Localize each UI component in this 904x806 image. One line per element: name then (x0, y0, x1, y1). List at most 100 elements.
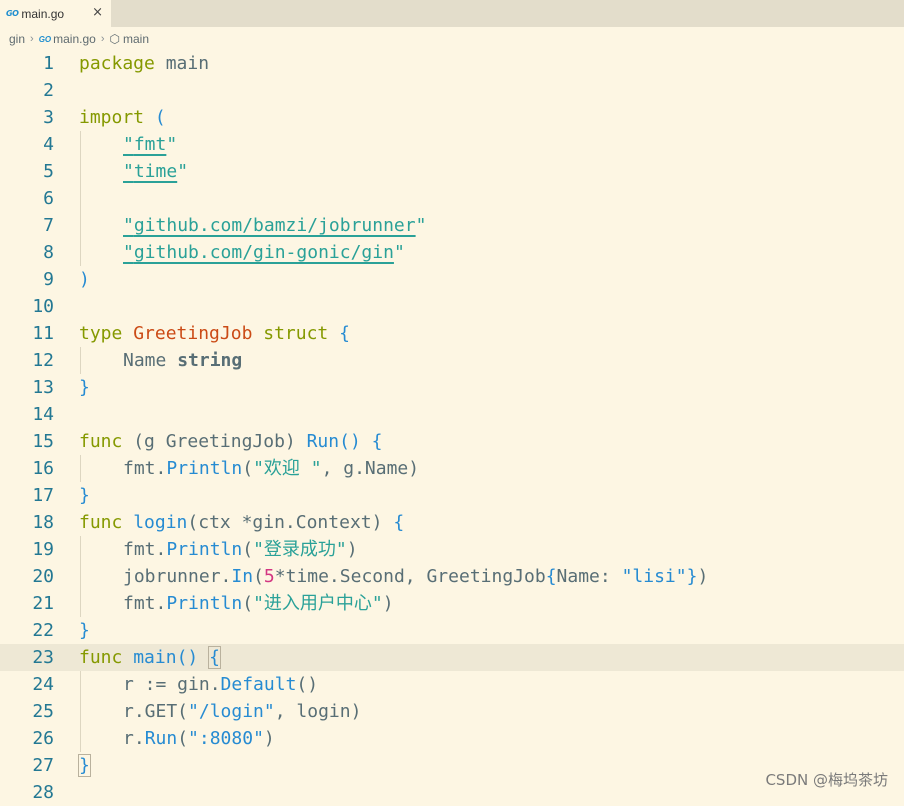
paren: () (339, 431, 361, 452)
line-number: 1 (43, 53, 54, 74)
line-number: 28 (32, 782, 54, 803)
tab-main-go[interactable]: GO main.go × (0, 0, 111, 27)
identifier: main (154, 53, 210, 74)
identifier: r := gin. (123, 674, 221, 695)
paren: ) (382, 593, 394, 614)
go-file-icon: GO (6, 9, 19, 18)
code-line-22: 22 } (0, 617, 904, 644)
symbol-method-icon: ⬡ (109, 32, 120, 46)
code-line-25: 25 r.GET("/login", login) (0, 698, 904, 725)
keyword: func (79, 431, 123, 452)
code-line-5: 5 "time" (0, 158, 904, 185)
line-number: 7 (43, 215, 54, 236)
identifier: , login) (274, 701, 362, 722)
code-line-2: 2 (0, 77, 904, 104)
paren: ) (263, 728, 275, 749)
close-icon[interactable]: × (92, 5, 103, 20)
go-file-icon: GO (38, 34, 52, 44)
line-number: 26 (32, 728, 54, 749)
function-name: Println (166, 539, 243, 560)
field-name: Name (123, 350, 178, 371)
function-name: login (133, 512, 188, 533)
line-number: 13 (32, 377, 54, 398)
identifier: , g.Name) (321, 458, 420, 479)
identifier: jobrunner. (123, 566, 232, 587)
paren: ( (242, 593, 254, 614)
paren: ( (242, 458, 254, 479)
brace: } (79, 377, 90, 398)
code-line-21: 21 fmt.Println("进入用户中心") (0, 590, 904, 617)
paren: ( (253, 566, 264, 587)
identifier: *time.Second, GreetingJob (274, 566, 546, 587)
code-line-4: 4 "fmt" (0, 131, 904, 158)
function-name: main (133, 647, 177, 668)
line-number: 24 (32, 674, 54, 695)
string-quote: " (123, 242, 134, 263)
paren: ) (697, 566, 709, 587)
paren: ) (79, 269, 90, 290)
brace: { (393, 512, 405, 533)
string-literal: "欢迎 " (253, 458, 322, 479)
number-literal: 5 (263, 566, 275, 587)
brace: { (371, 431, 383, 452)
params: (ctx *gin.Context) (187, 512, 383, 533)
line-number: 22 (32, 620, 54, 641)
line-number: 27 (32, 755, 54, 776)
function-name: Run (306, 431, 340, 452)
code-line-6: 6 (0, 185, 904, 212)
line-number: 15 (32, 431, 54, 452)
string-quote: " (123, 215, 134, 236)
breadcrumb: gin › GO main.go › ⬡ main (0, 28, 904, 50)
line-number: 16 (32, 458, 54, 479)
receiver: (g GreetingJob) (122, 431, 307, 452)
paren: ( (177, 728, 189, 749)
tab-bar: GO main.go × (0, 0, 904, 27)
import-path[interactable]: github.com/gin-gonic/gin (134, 242, 394, 263)
import-path[interactable]: time (134, 161, 177, 182)
import-path[interactable]: fmt (134, 134, 167, 155)
keyword: package (79, 53, 155, 74)
keyword: type (79, 323, 123, 344)
code-line-19: 19 fmt.Println("登录成功") (0, 536, 904, 563)
string-quote: " (177, 161, 189, 182)
line-number: 5 (43, 161, 54, 182)
string-quote: " (123, 134, 134, 155)
code-line-18: 18 func login(ctx *gin.Context) { (0, 509, 904, 536)
paren: ( (242, 539, 254, 560)
breadcrumb-file[interactable]: main.go (53, 32, 96, 46)
code-line-8: 8 "github.com/gin-gonic/gin" (0, 239, 904, 266)
breadcrumb-folder[interactable]: gin (9, 32, 25, 46)
line-number: 25 (32, 701, 54, 722)
code-editor[interactable]: 1 package main 2 3 import ( 4 "fmt" 5 "t… (0, 50, 904, 803)
watermark: CSDN @梅坞茶坊 (765, 771, 888, 789)
code-line-9: 9 ) (0, 266, 904, 293)
function-name: Default (220, 674, 297, 695)
line-number: 11 (32, 323, 54, 344)
code-line-23-current: 23 func main() { (0, 644, 904, 671)
keyword: import (79, 107, 145, 128)
line-number: 17 (32, 485, 54, 506)
identifier: r. (123, 728, 145, 749)
function-name: Println (166, 593, 243, 614)
paren: () (296, 674, 319, 695)
line-number: 2 (43, 80, 54, 101)
brace: } (79, 485, 90, 506)
identifier: fmt. (123, 539, 167, 560)
line-number: 10 (32, 296, 54, 317)
chevron-right-icon: › (30, 33, 34, 45)
code-line-20: 20 jobrunner.In(5*time.Second, GreetingJ… (0, 563, 904, 590)
breadcrumb-symbol[interactable]: main (123, 32, 149, 46)
code-line-24: 24 r := gin.Default() (0, 671, 904, 698)
line-number: 23 (32, 647, 54, 668)
brace: { (545, 566, 557, 587)
import-path[interactable]: github.com/bamzi/jobrunner (134, 215, 416, 236)
function-name: Run (144, 728, 178, 749)
line-number: 21 (32, 593, 54, 614)
chevron-right-icon: › (100, 33, 105, 45)
